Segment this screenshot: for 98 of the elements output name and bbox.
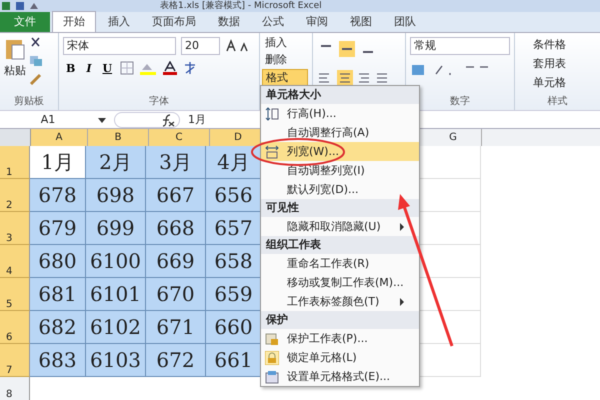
table-cell[interactable]: 659: [206, 278, 262, 311]
table-cell[interactable]: 1月: [30, 146, 86, 179]
font-style-button[interactable]: B: [63, 62, 78, 74]
quick-access-icon[interactable]: [0, 1, 40, 11]
table-cell[interactable]: 6100: [86, 245, 146, 278]
row-header[interactable]: 5: [0, 278, 30, 311]
font-style-button[interactable]: U: [99, 62, 116, 74]
menu-heading: 单元格大小: [261, 86, 419, 104]
menu-item[interactable]: 默认列宽(D)...: [261, 180, 419, 199]
font-name-field[interactable]: 宋体: [63, 37, 176, 55]
border-icon[interactable]: [120, 61, 134, 75]
row-header[interactable]: 2: [0, 179, 30, 212]
submenu-arrow-icon: [399, 298, 405, 306]
group-label: 样式: [546, 94, 568, 108]
menu-item[interactable]: 自动调整列宽(I): [261, 161, 419, 180]
row-header[interactable]: 3: [0, 212, 30, 245]
name-box[interactable]: A1: [0, 113, 96, 126]
group-label: 剪贴板: [13, 94, 45, 108]
table-cell[interactable]: 698: [86, 179, 146, 212]
lock-icon: [265, 350, 279, 364]
table-cell[interactable]: 683: [30, 344, 86, 377]
row-header[interactable]: 7: [0, 344, 30, 377]
table-cell[interactable]: 3月: [146, 146, 206, 179]
menu-item[interactable]: 工作表标签颜色(T): [261, 292, 419, 311]
table-cell[interactable]: 4月: [206, 146, 262, 179]
menu-item[interactable]: 重命名工作表(R): [261, 254, 419, 273]
ribbon-tab[interactable]: 开始: [52, 11, 96, 32]
row-header[interactable]: 8: [0, 377, 30, 400]
row-height-icon: [265, 106, 279, 120]
table-cell[interactable]: 660: [206, 311, 262, 344]
formula-field[interactable]: 1月: [180, 112, 210, 127]
table-cell[interactable]: 661: [206, 344, 262, 377]
menu-item[interactable]: 锁定单元格(L): [261, 348, 419, 367]
sheet-lock-icon: [265, 332, 279, 346]
table-cell[interactable]: 682: [30, 311, 86, 344]
number-format-field[interactable]: 常规: [410, 37, 510, 55]
ribbon-tab[interactable]: 团队: [384, 12, 426, 32]
menu-item[interactable]: 行高(H)...: [261, 104, 419, 123]
table-cell[interactable]: 681: [30, 278, 86, 311]
table-cell[interactable]: 657: [206, 212, 262, 245]
window-title: 表格1.xls [兼容模式] - Microsoft Excel: [160, 0, 322, 12]
table-cell[interactable]: 670: [146, 278, 206, 311]
table-cell[interactable]: 6101: [86, 278, 146, 311]
copy-icon[interactable]: [29, 55, 43, 67]
submenu-arrow-icon: [399, 222, 405, 230]
ribbon-tab[interactable]: 审阅: [296, 12, 338, 32]
font-style-button[interactable]: I: [83, 62, 94, 74]
row-header[interactable]: 1: [0, 146, 30, 179]
ribbon-tab[interactable]: 视图: [340, 12, 382, 32]
group-label: 字体: [148, 94, 170, 108]
table-cell[interactable]: 671: [146, 311, 206, 344]
phonetic-icon[interactable]: [183, 61, 198, 75]
table-cell[interactable]: 678: [30, 179, 86, 212]
table-cell[interactable]: 6102: [86, 311, 146, 344]
table-cell[interactable]: 668: [146, 212, 206, 245]
table-cell[interactable]: 6103: [86, 344, 146, 377]
styles-button[interactable]: 单元格: [519, 75, 596, 91]
ribbon-tab[interactable]: 页面布局: [142, 12, 206, 32]
ribbon-tab[interactable]: 数据: [208, 12, 250, 32]
cells-button[interactable]: 插入: [262, 35, 308, 50]
table-cell[interactable]: 679: [30, 212, 86, 245]
cells-button[interactable]: 删除: [262, 52, 308, 67]
styles-button[interactable]: 条件格: [519, 37, 596, 53]
table-cell[interactable]: 699: [86, 212, 146, 245]
table-cell[interactable]: 672: [146, 344, 206, 377]
paste-button[interactable]: 粘贴: [4, 37, 26, 85]
clipboard-icon: [4, 37, 26, 61]
table-cell[interactable]: 680: [30, 245, 86, 278]
column-header[interactable]: B: [88, 129, 149, 146]
ribbon-tab[interactable]: 公式: [252, 12, 294, 32]
menu-item[interactable]: 设置单元格格式(E)...: [261, 367, 419, 386]
ribbon-tab[interactable]: 插入: [98, 12, 140, 32]
table-cell[interactable]: 669: [146, 245, 206, 278]
ribbon-tab[interactable]: 文件: [0, 12, 50, 32]
cells-button[interactable]: 格式: [262, 69, 308, 86]
menu-item[interactable]: 移动或复制工作表(M)...: [261, 273, 419, 292]
styles-button[interactable]: 套用表: [519, 56, 596, 72]
table-cell[interactable]: 656: [206, 179, 262, 212]
font-color-icon[interactable]: [162, 61, 178, 75]
menu-item[interactable]: 保护工作表(P)...: [261, 329, 419, 348]
column-width-icon: [265, 144, 279, 158]
menu-heading: 组织工作表: [261, 236, 419, 254]
menu-heading: 可见性: [261, 199, 419, 217]
menu-item[interactable]: 隐藏和取消隐藏(U): [261, 217, 419, 236]
menu-heading: 保护: [261, 311, 419, 329]
row-header[interactable]: 4: [0, 245, 30, 278]
select-all-corner[interactable]: [0, 129, 31, 146]
column-header[interactable]: A: [31, 129, 88, 146]
column-header[interactable]: C: [149, 129, 210, 146]
brush-icon[interactable]: [29, 73, 43, 85]
menu-item[interactable]: 列宽(W)...: [261, 142, 419, 161]
format-cells-icon: [265, 370, 279, 384]
group-label: 数字: [449, 94, 471, 108]
table-cell[interactable]: 2月: [86, 146, 146, 179]
font-size-field[interactable]: 20: [181, 37, 220, 55]
table-cell[interactable]: 658: [206, 245, 262, 278]
table-cell[interactable]: 667: [146, 179, 206, 212]
row-header[interactable]: 6: [0, 311, 30, 344]
